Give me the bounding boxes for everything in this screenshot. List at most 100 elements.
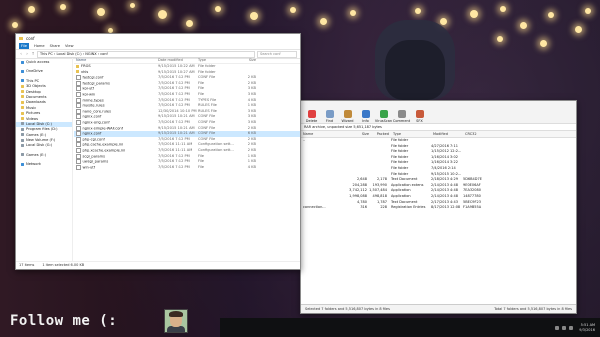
archive-cell-packed: 228 [380, 205, 387, 210]
folder-icon [21, 84, 24, 88]
file-icon [76, 80, 81, 86]
drive-icon [21, 138, 24, 142]
tab-file[interactable]: File [19, 43, 30, 49]
archive-row[interactable]: connection... 316 228 Registration Entries 8… [301, 205, 576, 211]
tab-home[interactable]: Home [34, 44, 45, 48]
drive-icon [21, 133, 24, 137]
nav-item[interactable]: Games (E:) [16, 153, 72, 158]
toolbar-button-delete[interactable]: Delete [305, 110, 318, 123]
nav-item-label: Network [26, 162, 42, 167]
file-type: File [198, 164, 205, 169]
folder-icon [19, 37, 23, 40]
nav-item[interactable]: Quick access [16, 60, 72, 65]
follow-me-overlay: Follow me (: [10, 313, 118, 329]
col-date[interactable]: Date modified [158, 58, 198, 63]
file-icon [76, 86, 81, 92]
archive-cell-size: 316 [360, 205, 367, 210]
file-name: fastcgi_params [82, 81, 110, 86]
tab-view[interactable]: View [65, 44, 74, 48]
folder-icon [21, 117, 24, 121]
bokeh-light [320, 18, 327, 25]
bokeh-light [250, 12, 258, 20]
toolbar-button-info[interactable]: Info [359, 110, 372, 123]
folder-icon [21, 111, 24, 115]
delete-icon [307, 110, 316, 118]
toolbar-button-label: Find [325, 119, 334, 123]
file-icon [76, 136, 81, 142]
file-icon [76, 75, 81, 81]
search-input[interactable]: Search conf [257, 50, 297, 58]
up-arrow-icon[interactable]: ↑ [31, 52, 35, 56]
find-icon [325, 110, 334, 118]
nav-item-label: Videos [26, 116, 38, 121]
back-arrow-icon[interactable]: ‹ [19, 52, 23, 56]
winrar-toolbar: Delete Find Wizard Info VirusScan Comment SFX [301, 101, 576, 124]
toolbar-button-label: VirusScan [374, 119, 393, 123]
winrar-path-bar[interactable]: RAR archive, unpacked size 5,651,187 byt… [301, 124, 576, 131]
file-icon [76, 142, 81, 148]
nav-item[interactable]: Local Disk (G:) [16, 143, 72, 148]
file-name: nginx-simple-WAF.conf [82, 126, 123, 131]
info-icon [361, 110, 370, 118]
file-icon [76, 131, 81, 137]
bokeh-light [186, 20, 193, 27]
bokeh-light [470, 10, 478, 18]
file-name: nginx.conf [82, 114, 102, 119]
navigation-pane: Quick access OneDrive This PC 3D Objects Des… [16, 58, 73, 262]
toolbar-button-label: Delete [305, 119, 318, 123]
bokeh-light [215, 6, 221, 12]
file-icon [76, 159, 81, 165]
winrar-window[interactable]: Delete Find Wizard Info VirusScan Comment SFX … [300, 100, 577, 314]
col-crc[interactable]: CRC32 [465, 131, 489, 137]
file-name: uwsgi_params [82, 159, 109, 164]
archive-cell-type: Registration Entries [391, 205, 426, 210]
col-packed[interactable]: Packed [369, 131, 389, 137]
tab-share[interactable]: Share [50, 44, 60, 48]
explorer-statusbar: 17 items 1 item selected 6.00 KB [16, 261, 300, 269]
explorer-titlebar[interactable]: conf [16, 34, 300, 43]
address-bar[interactable]: This PC › Local Disk (C:) › NGINX › conf [37, 50, 255, 58]
avatar-hair [169, 311, 183, 317]
toolbar-button-comment[interactable]: Comment [393, 110, 410, 123]
toolbar-button-label: SFX [416, 119, 423, 123]
col-modified[interactable]: Modified [433, 131, 465, 137]
file-list: FRGS 9/15/2015 10:22 AM File folder vhls 9/1… [74, 64, 300, 170]
clock[interactable]: 5:51 AM 9/3/2016 [579, 323, 600, 333]
bokeh-light [12, 22, 18, 28]
drive-icon [21, 153, 24, 157]
folder-icon [21, 100, 24, 104]
folder-icon [76, 64, 79, 68]
selection-info: 1 item selected 6.00 KB [42, 263, 85, 267]
forward-arrow-icon[interactable]: › [25, 52, 29, 56]
archive-cell-crc: F1A9B55A [463, 205, 482, 210]
nav-item-label: Local Disk (G:) [26, 143, 53, 148]
folder-icon [76, 70, 79, 74]
file-size: 4 KB [247, 164, 256, 169]
toolbar-button-sfx[interactable]: SFX [413, 110, 426, 123]
nav-item-label: Desktop [26, 89, 41, 94]
toolbar-button-wizard[interactable]: Wizard [341, 110, 354, 123]
nav-item-label: OneDrive [26, 69, 43, 74]
nav-item[interactable]: OneDrive [16, 69, 72, 74]
file-name: nginx.conf [82, 131, 102, 136]
col-type[interactable]: Type [389, 131, 433, 137]
col-type[interactable]: Type [198, 58, 236, 63]
col-size[interactable]: Size [236, 58, 256, 63]
notification-icon[interactable] [569, 325, 574, 330]
winrar-status-total: Total 7 folders and 5,516,807 bytes in 8… [494, 307, 572, 311]
file-name: FRGS [81, 64, 91, 68]
explorer-window[interactable]: conf File Home Share View ‹ › ↑ This PC … [15, 33, 301, 270]
volume-icon[interactable] [562, 325, 567, 330]
nav-item-label: Games (E:) [26, 132, 46, 137]
col-size[interactable]: Size [349, 131, 369, 137]
nav-item[interactable]: Network [16, 162, 72, 167]
file-row[interactable]: win-utf 7/5/2016 7:12 PM File 4 KB [74, 164, 300, 171]
drive-icon [21, 127, 24, 131]
toolbar-button-virusscan[interactable]: VirusScan [374, 110, 393, 123]
col-name[interactable]: Name [301, 131, 349, 137]
network-icon[interactable] [555, 325, 560, 330]
file-name: nano_core.rules [82, 109, 112, 114]
file-name: fastcgi.conf [82, 75, 104, 80]
col-name[interactable]: Name [74, 58, 158, 63]
toolbar-button-find[interactable]: Find [323, 110, 336, 123]
